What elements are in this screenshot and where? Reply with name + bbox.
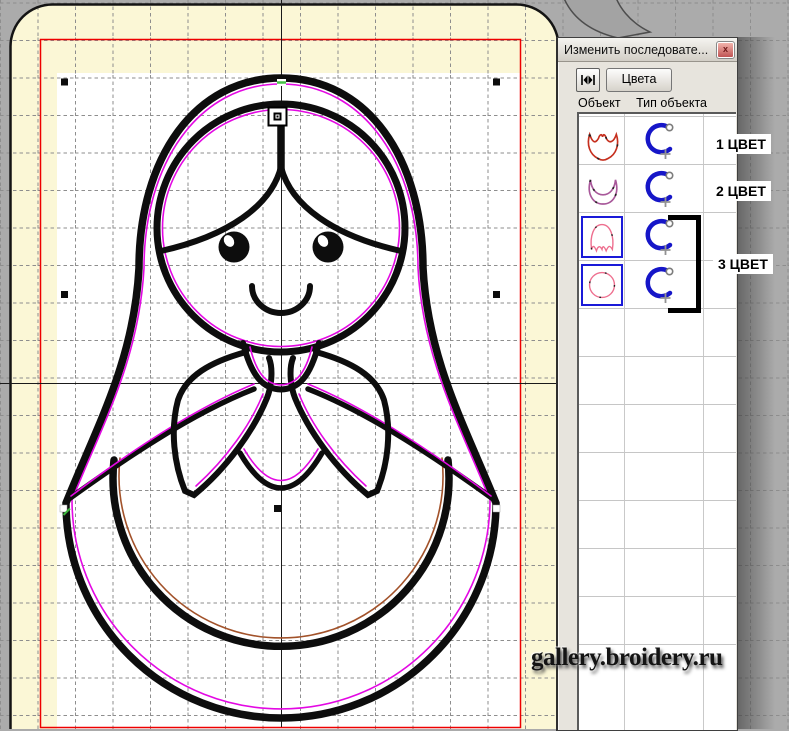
bell-shape-icon [584, 219, 620, 255]
colors-button[interactable]: Цвета [606, 68, 672, 92]
circle-shape-icon [584, 267, 620, 303]
run-stitch-icon [641, 120, 683, 162]
watermark: gallery.broidery.ru [531, 644, 722, 672]
crescent-shape-icon [583, 167, 623, 211]
object-thumbnail-crescent [582, 168, 624, 210]
selection-handle[interactable] [60, 505, 67, 512]
annotation-color-3: 3 ЦВЕТ [713, 254, 773, 274]
column-type: Тип объекта [636, 96, 707, 110]
object-list[interactable] [577, 112, 736, 730]
selection-handle[interactable] [61, 291, 68, 298]
skip-arrows-icon [581, 74, 595, 86]
selection-anchor[interactable] [269, 108, 287, 126]
panel-title: Изменить последовате... [564, 43, 715, 57]
annotation-color-1: 1 ЦВЕТ [711, 134, 771, 154]
object-thumbnail-bell-selected [581, 216, 623, 258]
list-item-bell[interactable] [579, 213, 734, 261]
list-item-circle[interactable] [579, 261, 734, 309]
panel-titlebar[interactable]: Изменить последовате... x [558, 38, 737, 62]
selection-handle[interactable] [493, 505, 500, 512]
selection-handle[interactable] [493, 79, 500, 86]
list-column-headers: Объект Тип объекта [578, 96, 707, 110]
object-thumbnail-circle-selected [581, 264, 623, 306]
run-stitch-icon [641, 168, 683, 210]
hood-shape-icon [583, 119, 623, 163]
object-thumbnail-hood [582, 120, 624, 162]
color3-group-bracket [668, 215, 701, 313]
close-button[interactable]: x [717, 42, 734, 58]
column-object: Объект [578, 96, 621, 110]
annotation-color-2: 2 ЦВЕТ [711, 181, 771, 201]
eye-right [313, 232, 344, 263]
eye-left [219, 232, 250, 263]
collapse-button[interactable] [576, 68, 600, 92]
selection-handle[interactable] [274, 505, 281, 512]
selection-handle[interactable] [493, 291, 500, 298]
selection-handle[interactable] [61, 79, 68, 86]
